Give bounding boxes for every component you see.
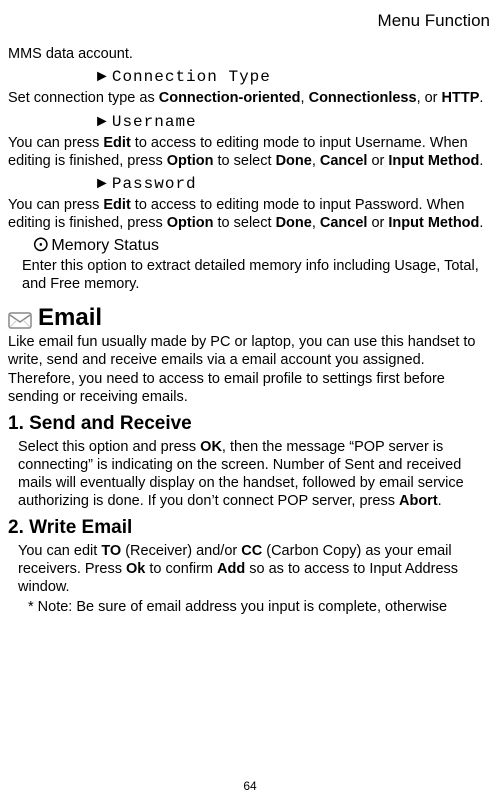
heading-text: Password [112, 175, 197, 193]
heading-text: Username [112, 113, 197, 131]
page-header: Menu Function [8, 10, 492, 31]
memory-status-text: Enter this option to extract detailed me… [22, 257, 492, 293]
email-heading: Email [38, 303, 102, 333]
heading-text: Memory Status [51, 237, 159, 254]
heading-write-email: 2. Write Email [8, 516, 492, 540]
mail-icon [8, 310, 32, 330]
heading-password: ►Password [94, 174, 492, 194]
heading-text: Connection Type [112, 68, 271, 86]
heading-connection-type: ►Connection Type [94, 67, 492, 87]
bullet-icon: ⊙ [32, 233, 49, 259]
heading-username: ►Username [94, 112, 492, 132]
page-number: 64 [0, 779, 500, 794]
password-text: You can press Edit to access to editing … [8, 196, 492, 232]
email-heading-row: Email [8, 303, 492, 333]
send-receive-text: Select this option and press OK, then th… [18, 438, 492, 511]
write-email-note: * Note: Be sure of email address you inp… [28, 598, 492, 616]
arrow-icon: ► [94, 113, 110, 130]
email-intro: Like email fun usually made by PC or lap… [8, 333, 492, 406]
arrow-icon: ► [94, 175, 110, 192]
intro-line: MMS data account. [8, 45, 492, 63]
arrow-icon: ► [94, 68, 110, 85]
username-text: You can press Edit to access to editing … [8, 134, 492, 170]
heading-memory-status: ⊙Memory Status [34, 236, 492, 256]
connection-type-text: Set connection type as Connection-orient… [8, 89, 492, 107]
heading-send-receive: 1. Send and Receive [8, 412, 492, 436]
write-email-text: You can edit TO (Receiver) and/or CC (Ca… [18, 542, 492, 596]
